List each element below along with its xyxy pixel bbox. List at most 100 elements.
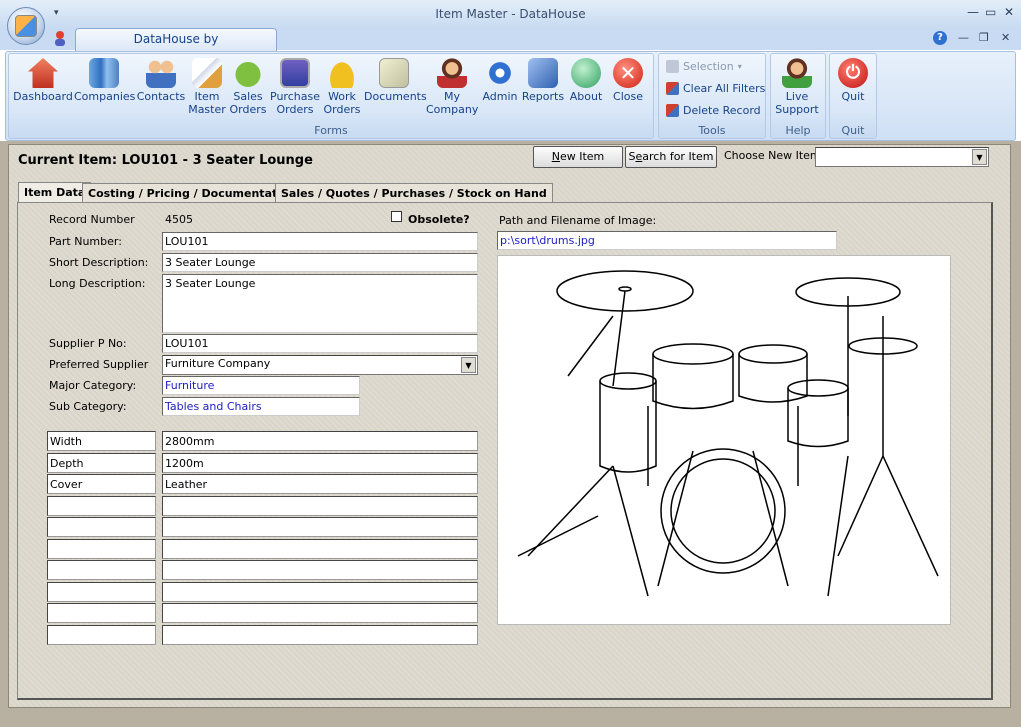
- attribute-name-cell[interactable]: [47, 538, 156, 559]
- record-number-value: 4505: [165, 213, 193, 226]
- my-company-label-2: Company: [426, 103, 479, 116]
- attribute-name-cell[interactable]: [47, 495, 156, 516]
- attribute-value-cell[interactable]: [162, 581, 478, 602]
- compass-icon: [571, 58, 601, 88]
- supplier-pno-field[interactable]: LOU101: [162, 334, 478, 353]
- long-description-field[interactable]: 3 Seater Lounge: [162, 274, 478, 333]
- clear-filters-button[interactable]: Clear All Filters: [666, 82, 765, 95]
- attribute-name-cell[interactable]: [47, 517, 156, 537]
- attribute-value-cell[interactable]: 2800mm: [162, 431, 478, 451]
- attribute-name-cell[interactable]: Width: [47, 431, 156, 451]
- attribute-value-cell[interactable]: Leather: [162, 474, 478, 494]
- about-button[interactable]: About: [566, 58, 606, 103]
- mdi-minimize-icon[interactable]: —: [958, 31, 969, 44]
- reports-button[interactable]: Reports: [520, 58, 566, 103]
- new-item-button[interactable]: New Item: [533, 146, 623, 168]
- image-path-label: Path and Filename of Image:: [499, 214, 657, 227]
- delete-record-button[interactable]: Delete Record: [666, 104, 761, 117]
- attribute-name-cell[interactable]: [47, 624, 156, 645]
- quit-button[interactable]: ⏻ Quit: [832, 58, 874, 103]
- short-description-field[interactable]: 3 Seater Lounge: [162, 253, 478, 272]
- tab-sales[interactable]: Sales / Quotes / Purchases / Stock on Ha…: [275, 183, 553, 203]
- purchase-orders-button[interactable]: Purchase Orders: [270, 58, 320, 116]
- user-icon: [55, 31, 65, 46]
- office-button[interactable]: [7, 7, 45, 45]
- purchase-orders-label-2: Orders: [276, 103, 314, 116]
- tab-datahouse[interactable]: DataHouse by DataHouseSoftware: [75, 28, 277, 67]
- attribute-value-cell[interactable]: 1200m: [162, 452, 478, 473]
- help-icon[interactable]: ?: [933, 31, 947, 45]
- work-orders-button[interactable]: Work Orders: [322, 58, 362, 116]
- my-company-label-1: My: [443, 90, 460, 103]
- sales-orders-button[interactable]: Sales Orders: [228, 58, 268, 116]
- attribute-name-cell[interactable]: Depth: [47, 452, 156, 473]
- documents-button[interactable]: Documents: [364, 58, 427, 103]
- my-company-button[interactable]: My Company: [426, 58, 478, 116]
- selection-button[interactable]: Selection ▾: [666, 60, 742, 73]
- quit-group-label: Quit: [841, 124, 865, 137]
- dashboard-label: Dashboard: [13, 90, 73, 103]
- tab-costing[interactable]: Costing / Pricing / Documentation: [82, 183, 303, 203]
- sales-orders-label-1: Sales: [233, 90, 263, 103]
- documents-icon: [379, 58, 409, 88]
- attribute-value-cell[interactable]: [162, 624, 478, 645]
- companies-button[interactable]: Companies: [74, 58, 136, 103]
- help-group-label: Help: [785, 124, 811, 137]
- maximize-icon[interactable]: ▭: [985, 5, 996, 19]
- dropdown-arrow-icon[interactable]: ▼: [972, 149, 987, 165]
- major-category-field[interactable]: Furniture: [162, 376, 360, 395]
- short-description-label: Short Description:: [49, 256, 149, 269]
- purchase-orders-label-1: Purchase: [270, 90, 320, 103]
- attribute-name-cell[interactable]: [47, 560, 156, 580]
- new-item-label-mnemonic: N: [551, 150, 560, 163]
- hard-hat-icon: [327, 58, 357, 88]
- current-item-title: Current Item: LOU101 - 3 Seater Lounge: [18, 153, 313, 168]
- item-image: [497, 255, 951, 625]
- dropdown-arrow-icon[interactable]: ▼: [461, 357, 476, 373]
- attribute-value-cell[interactable]: [162, 560, 478, 580]
- attribute-value-cell[interactable]: [162, 517, 478, 537]
- dashboard-button[interactable]: Dashboard: [13, 58, 73, 103]
- live-support-button[interactable]: Live Support: [774, 58, 820, 116]
- contacts-button[interactable]: Contacts: [136, 58, 186, 103]
- tab-item-data[interactable]: Item Data: [18, 182, 92, 203]
- sales-orders-label-2: Orders: [229, 103, 267, 116]
- obsolete-checkbox[interactable]: [391, 211, 402, 222]
- supplier-pno-label: Supplier P No:: [49, 337, 127, 350]
- attribute-value-cell[interactable]: [162, 538, 478, 559]
- forms-group-label: Forms: [314, 124, 348, 137]
- companies-label: Companies: [74, 90, 136, 103]
- sub-category-field[interactable]: Tables and Chairs: [162, 397, 360, 416]
- work-orders-label-1: Work: [328, 90, 356, 103]
- preferred-supplier-select[interactable]: Furniture Company ▼: [162, 355, 478, 375]
- window-title: Item Master - DataHouse: [435, 7, 586, 21]
- clear-filter-icon: [666, 82, 679, 95]
- admin-button[interactable]: Admin: [480, 58, 520, 103]
- reports-icon: [528, 58, 558, 88]
- close-icon: ✕: [613, 58, 643, 88]
- tools-group-label: Tools: [698, 124, 726, 137]
- attribute-value-cell[interactable]: [162, 603, 478, 623]
- record-number-label: Record Number: [49, 213, 135, 226]
- attribute-name-cell[interactable]: [47, 603, 156, 623]
- live-support-label-1: Live: [785, 90, 809, 103]
- close-button[interactable]: ✕ Close: [608, 58, 648, 103]
- attribute-name-cell[interactable]: Cover: [47, 474, 156, 494]
- close-window-icon[interactable]: ✕: [1004, 5, 1014, 19]
- delete-record-label: Delete Record: [683, 104, 761, 117]
- search-item-button[interactable]: Search for Item: [625, 146, 717, 168]
- power-icon: ⏻: [838, 58, 868, 88]
- image-path-field[interactable]: p:\sort\drums.jpg: [497, 231, 837, 250]
- attribute-name-cell[interactable]: [47, 581, 156, 602]
- part-number-field[interactable]: LOU101: [162, 232, 478, 251]
- mdi-restore-icon[interactable]: ❐: [979, 31, 989, 44]
- choose-item-select[interactable]: ▼: [815, 147, 989, 167]
- attribute-value-cell[interactable]: [162, 495, 478, 516]
- item-master-label-2: Master: [188, 103, 226, 116]
- item-master-button[interactable]: Item Master: [186, 58, 228, 116]
- mdi-close-icon[interactable]: ✕: [1001, 31, 1010, 44]
- piggy-bank-icon: [233, 58, 263, 88]
- reports-label: Reports: [521, 90, 565, 103]
- buildings-icon: [89, 58, 119, 88]
- minimize-icon[interactable]: —: [967, 5, 979, 19]
